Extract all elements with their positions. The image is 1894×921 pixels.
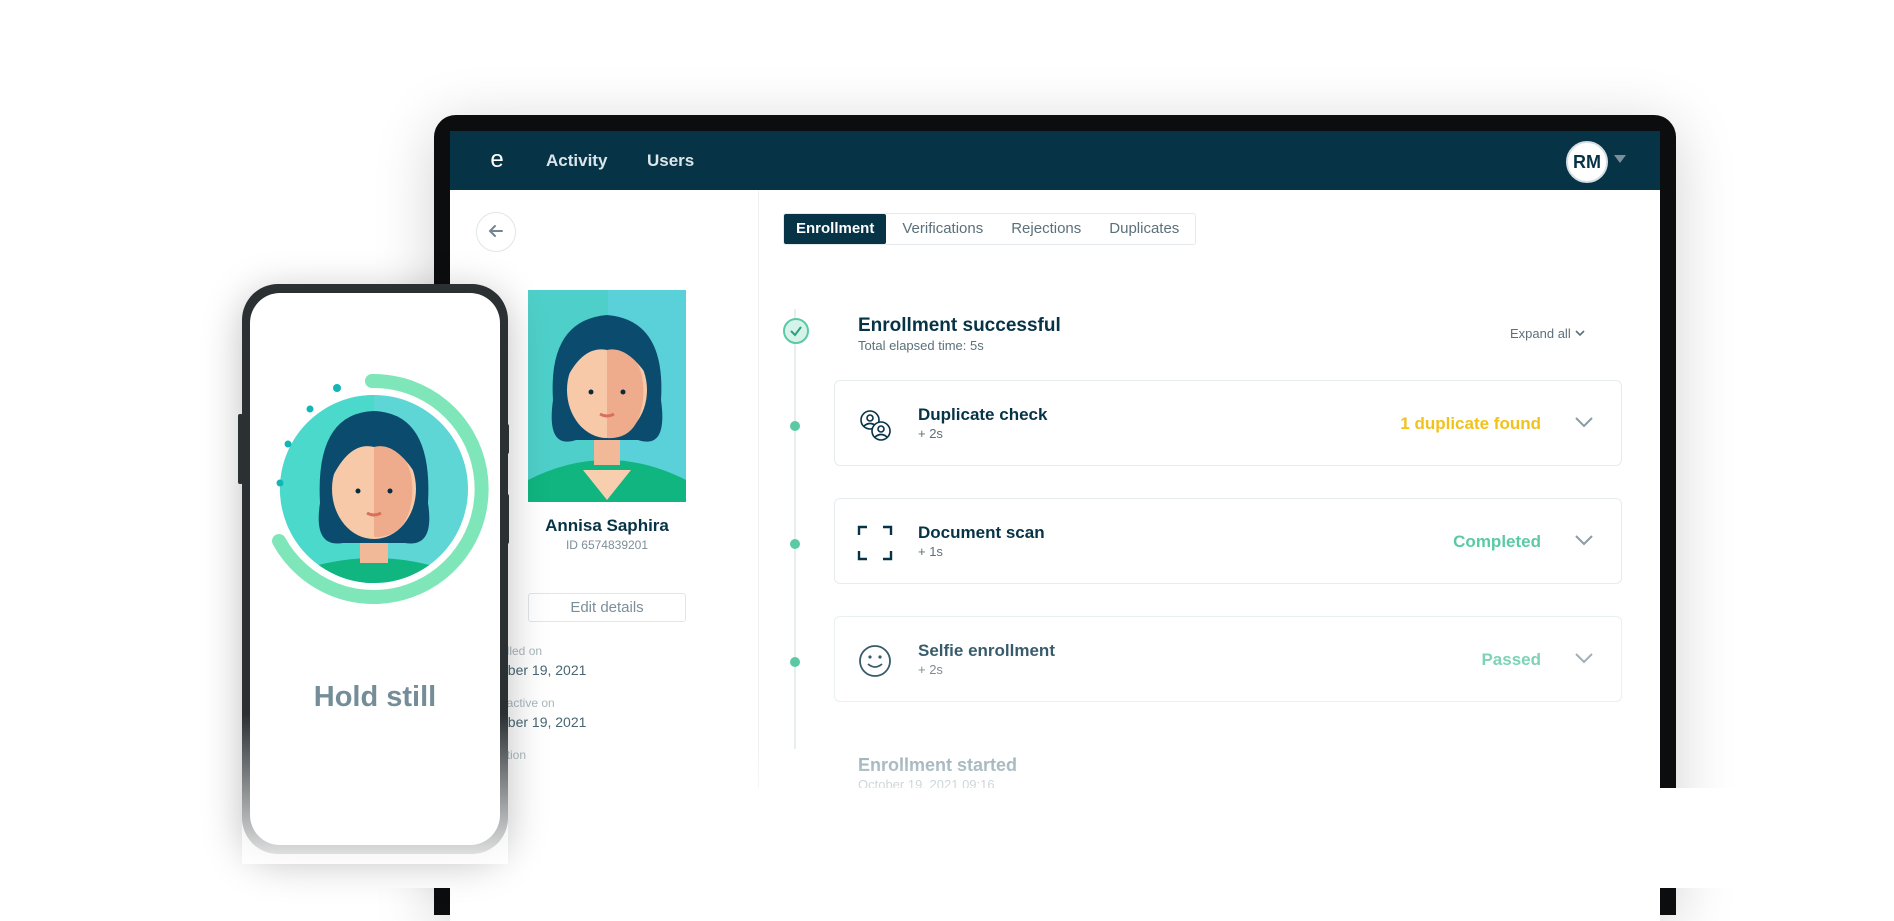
arrow-left-icon <box>488 225 503 237</box>
nav-users[interactable]: Users <box>647 151 694 171</box>
app-logo[interactable]: e <box>484 147 510 173</box>
expand-all-label: Expand all <box>1510 326 1571 341</box>
tab-rejections[interactable]: Rejections <box>999 214 1093 244</box>
step-card-selfie-enrollment[interactable]: Selfie enrollment + 2s Passed <box>834 616 1622 702</box>
step-time: + 2s <box>918 662 943 677</box>
tab-verifications[interactable]: Verifications <box>890 214 995 244</box>
phone-frame: Hold still <box>238 284 509 864</box>
timeline-dot <box>790 421 800 431</box>
phone-side-button <box>238 414 243 484</box>
step-title: Duplicate check <box>918 405 1048 424</box>
chevron-down-icon[interactable] <box>1614 155 1626 163</box>
chevron-down-icon[interactable] <box>1573 411 1595 433</box>
step-status: 1 duplicate found <box>1400 414 1541 433</box>
tab-bar: Enrollment Verifications Rejections Dupl… <box>783 213 1197 245</box>
tab-enrollment[interactable]: Enrollment <box>784 214 887 244</box>
chevron-down-icon[interactable] <box>1573 529 1595 551</box>
elapsed-time: Total elapsed time: 5s <box>858 338 984 353</box>
user-avatar[interactable]: RM <box>1566 141 1608 183</box>
user-photo <box>528 290 686 502</box>
last-active-label: t active on <box>500 696 555 710</box>
step-status: Passed <box>1481 650 1541 669</box>
expand-all-button[interactable]: Expand all <box>1510 326 1586 341</box>
chevron-down-icon <box>1575 330 1585 337</box>
phone-prompt: Hold still <box>313 681 437 713</box>
user-name: Annisa Saphira <box>545 516 669 535</box>
phone-fade-overlay <box>242 714 508 864</box>
duplicate-users-icon <box>860 410 891 441</box>
nav-activity[interactable]: Activity <box>546 151 607 171</box>
selfie-capture-ring <box>272 373 489 604</box>
top-navigation-bar: e Activity Users RM <box>450 131 1660 190</box>
step-card-document-scan[interactable]: Document scan + 1s Completed <box>834 498 1622 584</box>
timeline-dot <box>790 657 800 667</box>
enrollment-started-title: Enrollment started <box>858 755 1018 775</box>
woman-portrait-illustration <box>528 290 686 502</box>
step-title: Document scan <box>918 523 1045 542</box>
step-time: + 2s <box>918 426 943 441</box>
step-status: Completed <box>1453 532 1541 551</box>
enrollment-status-title: Enrollment successful <box>858 315 1061 336</box>
phone-side-button <box>504 424 509 454</box>
step-card-duplicate-check[interactable]: Duplicate check + 2s 1 duplicate found <box>834 380 1622 466</box>
timeline-dot <box>790 539 800 549</box>
user-id: ID 6574839201 <box>565 538 649 552</box>
last-active-value: ober 19, 2021 <box>500 714 587 730</box>
phone-side-button <box>504 494 509 544</box>
enrolled-on-value: ober 19, 2021 <box>500 662 587 678</box>
edit-details-button[interactable]: Edit details <box>528 593 686 622</box>
scan-frame-icon <box>857 525 893 561</box>
step-title: Selfie enrollment <box>918 641 1055 660</box>
back-button[interactable] <box>476 212 516 252</box>
chevron-down-icon[interactable] <box>1573 647 1595 669</box>
check-circle-icon <box>783 318 809 344</box>
step-time: + 1s <box>918 544 943 559</box>
smiley-icon <box>859 645 891 677</box>
timeline-line <box>794 309 796 749</box>
tab-duplicates[interactable]: Duplicates <box>1097 214 1191 244</box>
